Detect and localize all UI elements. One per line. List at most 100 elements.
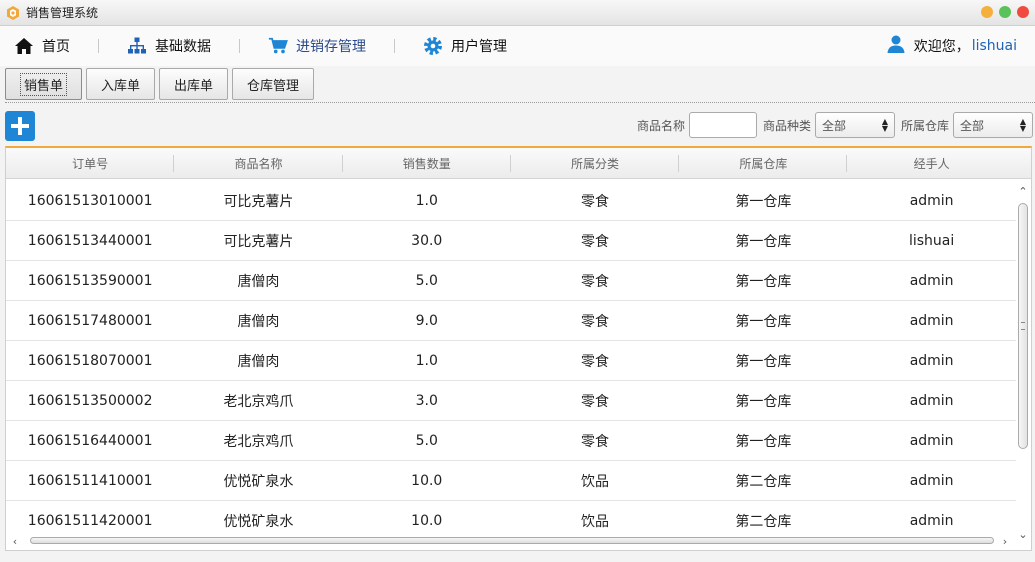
table-cell: 零食 [581, 273, 610, 290]
product-name-input[interactable] [688, 112, 757, 138]
greeting-text: 欢迎您， [913, 39, 970, 55]
gear-icon [423, 36, 443, 56]
category-select[interactable]: 全部 ▲ ▼ [814, 112, 895, 138]
table-row[interactable]: 16061518070001 唐僧肉 1.0 零食 第一仓库 admin [6, 341, 1016, 381]
horizontal-scrollbar[interactable]: ‹ › [6, 532, 1016, 550]
tab-label: 入库单 [101, 78, 141, 94]
table-cell: 16061513590001 [27, 272, 153, 289]
sitemap-icon [127, 36, 147, 56]
table-cell: 零食 [581, 193, 610, 210]
table-cell: admin [909, 192, 954, 209]
table-cell: 可比克薯片 [223, 193, 294, 210]
table-cell: 16061513440001 [27, 232, 153, 249]
tab-divider [5, 102, 1035, 103]
grip-icon [1021, 322, 1025, 330]
minimize-button[interactable] [981, 6, 993, 18]
table-cell: admin [909, 312, 954, 329]
table-row[interactable]: 16061513500002 老北京鸡爪 3.0 零食 第一仓库 admin [6, 381, 1016, 421]
table-row[interactable]: 16061511410001 优悦矿泉水 10.0 饮品 第二仓库 admin [6, 461, 1016, 501]
table-cell: 第一仓库 [735, 353, 792, 370]
table-cell: 1.0 [415, 352, 438, 369]
table-cell: 5.0 [415, 432, 438, 449]
table-cell: admin [909, 472, 954, 489]
table-cell: 唐僧肉 [237, 273, 280, 290]
table-cell: 9.0 [415, 312, 438, 329]
table-header: 订单号 商品名称 销售数量 所属分类 所属仓库 经手人 [6, 148, 1031, 179]
nav-item-user-management[interactable]: 用户管理 [417, 26, 513, 66]
table-cell: 第一仓库 [735, 273, 792, 290]
table-cell: 唐僧肉 [237, 313, 280, 330]
tab-warehouse-management[interactable]: 仓库管理 [232, 68, 315, 100]
scroll-left-icon[interactable]: ‹ [8, 534, 22, 548]
column-header[interactable]: 销售数量 [343, 148, 512, 178]
plus-icon [11, 117, 29, 135]
vertical-scrollbar[interactable]: ⌃ ⌄ [1015, 181, 1031, 541]
horizontal-scroll-thumb[interactable] [30, 537, 994, 544]
tab-label: 仓库管理 [247, 78, 300, 94]
tab-label: 出库单 [174, 78, 214, 94]
nav-divider [394, 39, 395, 53]
vertical-scroll-thumb[interactable] [1018, 203, 1028, 449]
table-row[interactable]: 16061516440001 老北京鸡爪 5.0 零食 第一仓库 admin [6, 421, 1016, 461]
spinner-arrows-icon: ▲ ▼ [881, 117, 888, 133]
table-cell: 10.0 [411, 472, 443, 489]
cart-icon [268, 36, 288, 56]
main-navbar: 首页 基础数据 进销存管理 用户管理 欢迎您， lishuai [0, 26, 1035, 66]
table-cell: 16061516440001 [27, 432, 153, 449]
warehouse-select[interactable]: 全部 ▲ ▼ [953, 112, 1033, 138]
nav-item-basic-data[interactable]: 基础数据 [121, 26, 217, 66]
table-cell: 16061511410001 [27, 472, 153, 489]
table-cell: 3.0 [415, 392, 438, 409]
table-row[interactable]: 16061517480001 唐僧肉 9.0 零食 第一仓库 admin [6, 301, 1016, 341]
table-cell: 老北京鸡爪 [223, 433, 294, 450]
table-cell: 16061513010001 [27, 192, 153, 209]
table-cell: 优悦矿泉水 [223, 473, 294, 490]
column-header[interactable]: 经手人 [847, 148, 1015, 178]
tab-label: 销售单 [20, 72, 68, 96]
table-cell: 饮品 [581, 473, 610, 490]
nav-label-basic-data: 基础数据 [155, 39, 211, 55]
user-icon [886, 34, 906, 58]
title-bar: 销售管理系统 [0, 0, 1035, 26]
column-header[interactable]: 所属仓库 [679, 148, 848, 178]
category-label: 商品种类 [762, 118, 811, 133]
table-cell: admin [909, 432, 954, 449]
table-row[interactable]: 16061513010001 可比克薯片 1.0 零食 第一仓库 admin [6, 181, 1016, 221]
username[interactable]: lishuai [972, 38, 1017, 54]
table-row[interactable]: 16061513590001 唐僧肉 5.0 零食 第一仓库 admin [6, 261, 1016, 301]
category-select-value: 全部 [821, 118, 846, 133]
nav-divider [98, 39, 99, 53]
filter-bar: 商品名称 商品种类 全部 ▲ ▼ 所属仓库 全部 ▲ ▼ [631, 111, 1033, 139]
table-cell: 可比克薯片 [223, 233, 294, 250]
window-controls [981, 6, 1029, 18]
sales-order-table: 订单号 商品名称 销售数量 所属分类 所属仓库 经手人 16061513010001 可比克… [5, 146, 1032, 551]
scroll-right-icon[interactable]: › [998, 534, 1012, 548]
table-cell: 老北京鸡爪 [223, 393, 294, 410]
table-cell: admin [909, 392, 954, 409]
maximize-button[interactable] [999, 6, 1011, 18]
product-name-label: 商品名称 [636, 118, 685, 133]
tab-inbound-order[interactable]: 入库单 [86, 68, 156, 100]
table-cell: 16061517480001 [27, 312, 153, 329]
table-cell: admin [909, 352, 954, 369]
add-button[interactable] [5, 111, 35, 141]
scroll-up-icon[interactable]: ⌃ [1015, 184, 1031, 198]
nav-item-home[interactable]: 首页 [8, 26, 76, 66]
column-header[interactable]: 商品名称 [174, 148, 343, 178]
warehouse-select-value: 全部 [960, 118, 985, 133]
tab-sales-order[interactable]: 销售单 [5, 68, 83, 100]
nav-divider [239, 39, 240, 53]
table-body: 16061513010001 可比克薯片 1.0 零食 第一仓库 admin 1606151… [6, 181, 1016, 541]
tab-outbound-order[interactable]: 出库单 [159, 68, 229, 100]
nav-item-inventory[interactable]: 进销存管理 [262, 26, 372, 66]
close-button[interactable] [1017, 6, 1029, 18]
column-header[interactable]: 所属分类 [511, 148, 680, 178]
scroll-down-icon[interactable]: ⌄ [1015, 527, 1031, 541]
column-header[interactable]: 订单号 [6, 148, 175, 178]
table-cell: 零食 [581, 313, 610, 330]
table-row[interactable]: 16061513440001 可比克薯片 30.0 零食 第一仓库 lishuai [6, 221, 1016, 261]
table-cell: admin [909, 272, 954, 289]
table-cell: 30.0 [411, 232, 443, 249]
table-cell: 唐僧肉 [237, 353, 280, 370]
spinner-arrows-icon: ▲ ▼ [1019, 117, 1026, 133]
